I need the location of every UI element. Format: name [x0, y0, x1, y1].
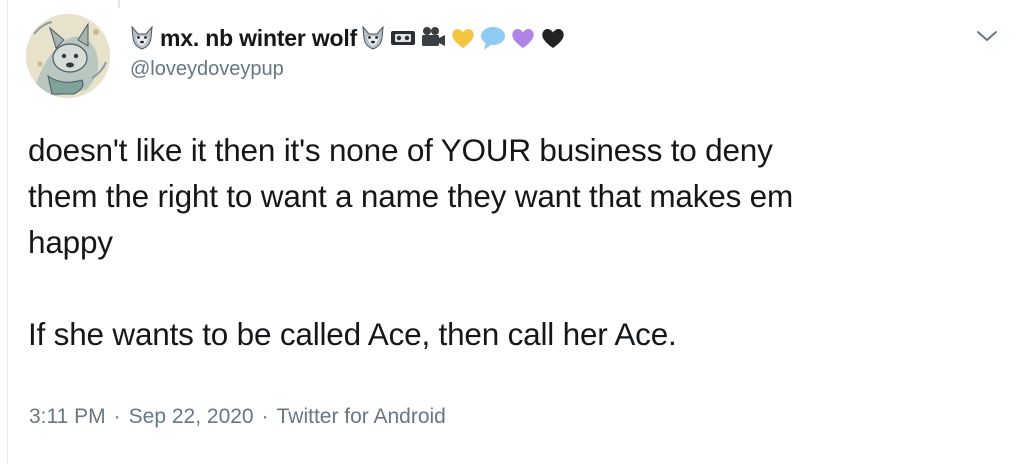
movie-camera-icon — [419, 24, 447, 52]
tweet-source[interactable]: Twitter for Android — [277, 405, 446, 429]
black-heart-icon — [539, 24, 567, 52]
tweet-card: mx. nb winter wolf @loveydoveypup doesn'… — [0, 0, 1024, 464]
tweet-meta: 3:11 PM · Sep 22, 2020 · Twitter for Android — [29, 405, 446, 429]
user-handle[interactable]: @loveydoveypup — [130, 58, 284, 81]
thread-divider — [7, 0, 8, 464]
chevron-down-icon[interactable] — [975, 24, 999, 48]
user-name-row[interactable]: mx. nb winter wolf — [128, 20, 569, 56]
meta-separator: · — [261, 405, 269, 428]
display-name[interactable]: mx. nb winter wolf — [160, 25, 357, 52]
tweet-time[interactable]: 3:11 PM — [29, 405, 106, 429]
tweet-date[interactable]: Sep 22, 2020 — [129, 405, 254, 429]
purple-heart-icon — [509, 24, 537, 52]
speech-balloon-icon — [479, 24, 507, 52]
tweet-text-line: If she wants to be called Ace, then call… — [28, 316, 677, 352]
tweet-text-line: them the right to want a name they want … — [28, 178, 794, 214]
wolf-face-icon — [128, 24, 156, 52]
wolf-face-icon — [359, 24, 387, 52]
videocassette-icon — [389, 24, 417, 52]
tweet-text-line: doesn't like it then it's none of YOUR b… — [28, 132, 773, 168]
thread-connector — [118, 0, 120, 8]
yellow-heart-icon — [449, 24, 477, 52]
meta-separator: · — [113, 405, 121, 428]
avatar[interactable] — [26, 14, 110, 98]
tweet-text: doesn't like it then it's none of YOUR b… — [28, 127, 988, 357]
tweet-text-line: happy — [28, 224, 113, 260]
